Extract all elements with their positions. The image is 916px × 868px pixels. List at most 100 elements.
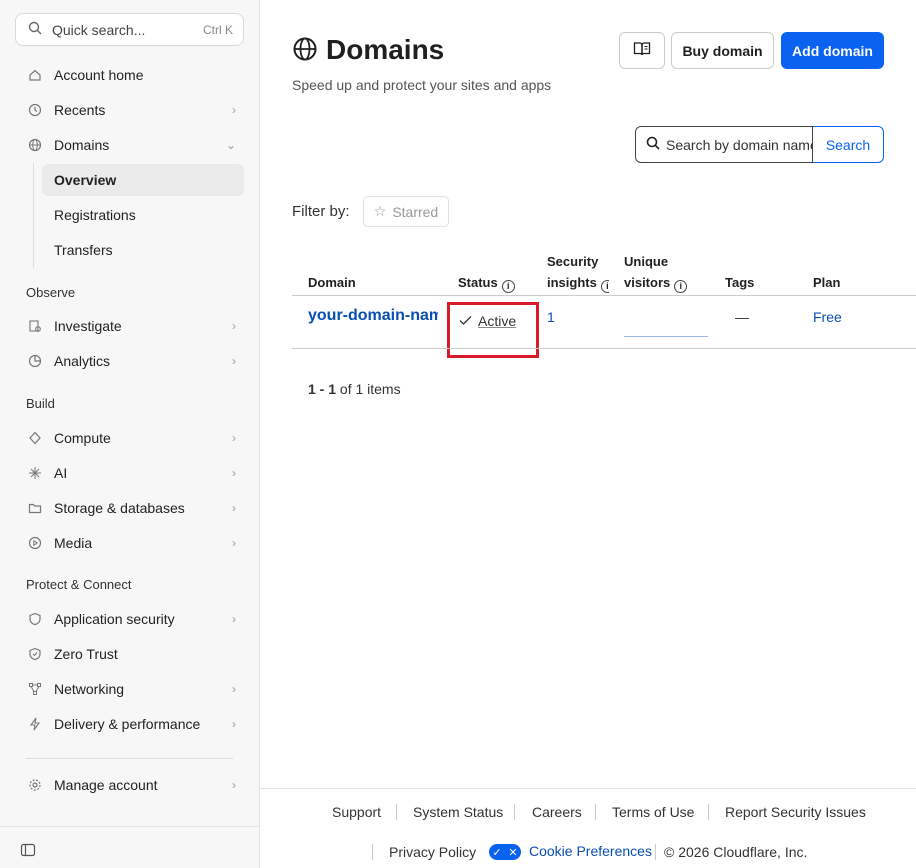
footer-link-system-status[interactable]: System Status	[413, 804, 503, 820]
cookie-preferences-toggle-icon[interactable]: ✓ ✕	[489, 844, 521, 860]
sidebar-item-app-security[interactable]: Application security ›	[18, 603, 244, 635]
status-highlight-box	[447, 302, 539, 358]
sidebar-item-delivery[interactable]: Delivery & performance ›	[18, 708, 244, 740]
domain-link[interactable]: your-domain-name	[308, 307, 438, 325]
sidebar-item-ai[interactable]: AI ›	[18, 457, 244, 489]
gear-icon	[26, 776, 44, 794]
sidebar-item-label: Investigate	[54, 318, 122, 334]
docs-button[interactable]	[619, 32, 665, 69]
chevron-right-icon: ›	[232, 466, 236, 480]
sidebar-item-label: Analytics	[54, 353, 111, 369]
footer-separator	[595, 804, 596, 820]
sidebar-item-label: Compute	[54, 430, 111, 446]
sidebar-item-domains[interactable]: Domains ⌄	[18, 129, 244, 161]
unique-visitors-sparkline	[624, 336, 708, 337]
pagination-suffix: of 1 items	[339, 381, 401, 397]
domain-search-input[interactable]: Search by domain name	[635, 126, 813, 163]
sidebar-bottom-divider	[0, 826, 260, 827]
sidebar-item-recents[interactable]: Recents ›	[18, 94, 244, 126]
sidebar-item-manage-account[interactable]: Manage account ›	[18, 769, 244, 801]
clock-icon	[26, 101, 44, 119]
sidebar-item-storage[interactable]: Storage & databases ›	[18, 492, 244, 524]
sidebar-item-label: Transfers	[54, 242, 113, 258]
column-header-label: insights	[547, 275, 597, 290]
starred-label: Starred	[392, 203, 439, 220]
info-icon[interactable]: i	[674, 280, 688, 293]
sidebar-item-registrations[interactable]: Registrations	[42, 199, 244, 231]
info-icon[interactable]: i	[501, 280, 515, 293]
sidebar-item-label: Registrations	[54, 207, 136, 223]
sidebar-item-label: Account home	[54, 67, 144, 83]
search-icon	[28, 21, 42, 38]
chevron-right-icon: ›	[232, 682, 236, 696]
sidebar-item-account-home[interactable]: Account home	[18, 59, 244, 91]
column-header-label: Unique	[624, 254, 669, 269]
zero-trust-icon	[26, 645, 44, 663]
footer-link-report-security[interactable]: Report Security Issues	[725, 804, 866, 820]
pagination-info: 1 - 1 of 1 items	[308, 381, 401, 397]
table-header-divider	[292, 295, 916, 296]
sidebar-item-label: Storage & databases	[54, 500, 185, 516]
security-insights-link[interactable]: 1	[547, 309, 555, 325]
starred-filter-button[interactable]: ☆ Starred	[363, 196, 449, 227]
page-title: Domains	[292, 34, 444, 66]
info-icon[interactable]: i	[600, 280, 609, 293]
footer-divider	[260, 788, 916, 789]
sidebar-item-label: AI	[54, 465, 68, 481]
domain-search-button[interactable]: Search	[813, 126, 884, 163]
buy-domain-button[interactable]: Buy domain	[671, 32, 774, 69]
section-label-observe: Observe	[26, 285, 76, 300]
sidebar-item-overview[interactable]: Overview	[42, 164, 244, 196]
column-header-domain[interactable]: Domain	[308, 272, 356, 293]
footer-link-cookie-preferences[interactable]: Cookie Preferences	[529, 843, 652, 859]
filter-label: Filter by:	[292, 203, 350, 220]
shortcut-hint: Ctrl K	[203, 22, 233, 37]
sidebar-item-label: Media	[54, 535, 93, 551]
sidebar-item-media[interactable]: Media ›	[18, 527, 244, 559]
section-label-build: Build	[26, 396, 55, 411]
sidebar-item-zero-trust[interactable]: Zero Trust	[18, 638, 244, 670]
footer-copyright: © 2026 Cloudflare, Inc.	[664, 844, 808, 860]
sidebar-item-compute[interactable]: Compute ›	[18, 422, 244, 454]
sidebar-item-networking[interactable]: Networking ›	[18, 673, 244, 705]
sidebar-item-analytics[interactable]: Analytics ›	[18, 345, 244, 377]
footer-link-privacy[interactable]: Privacy Policy	[389, 844, 476, 860]
column-header-security-insights[interactable]: Security insights i	[547, 251, 609, 293]
page-subtitle: Speed up and protect your sites and apps	[292, 77, 552, 93]
tags-value: —	[735, 309, 749, 325]
footer-link-terms[interactable]: Terms of Use	[612, 804, 694, 820]
shield-icon	[26, 610, 44, 628]
add-domain-button[interactable]: Add domain	[781, 32, 884, 69]
column-header-status[interactable]: Status i	[458, 272, 515, 293]
chevron-down-icon: ⌄	[225, 138, 236, 152]
quick-search-input[interactable]: Quick search... Ctrl K	[15, 13, 244, 46]
sidebar-item-transfers[interactable]: Transfers	[42, 234, 244, 266]
sidebar-collapse-icon[interactable]	[20, 842, 36, 861]
footer-link-careers[interactable]: Careers	[532, 804, 582, 820]
search-icon	[646, 136, 660, 153]
domain-search-placeholder: Search by domain name	[666, 136, 813, 153]
sidebar-item-label: Domains	[54, 137, 110, 153]
globe-icon	[292, 36, 318, 65]
column-header-label: Status	[458, 275, 498, 290]
network-icon	[26, 680, 44, 698]
sidebar-item-label: Recents	[54, 102, 106, 118]
sidebar-item-label: Overview	[54, 172, 117, 188]
column-header-label: Security	[547, 254, 599, 269]
chevron-right-icon: ›	[232, 778, 236, 792]
column-header-tags[interactable]: Tags	[725, 272, 754, 293]
footer-link-support[interactable]: Support	[332, 804, 381, 820]
investigate-icon	[26, 317, 44, 335]
sidebar: Quick search... Ctrl K Account home Rece…	[0, 0, 260, 868]
footer-separator	[708, 804, 709, 820]
column-header-unique-visitors[interactable]: Unique visitors i	[624, 251, 688, 293]
sparkle-icon	[26, 464, 44, 482]
pie-chart-icon	[26, 352, 44, 370]
sidebar-item-investigate[interactable]: Investigate ›	[18, 310, 244, 342]
column-header-label: Tags	[725, 275, 755, 290]
quick-search-placeholder: Quick search...	[52, 21, 146, 38]
column-header-plan[interactable]: Plan	[813, 272, 840, 293]
column-header-label: Plan	[813, 275, 841, 290]
plan-link[interactable]: Free	[813, 309, 842, 325]
table-row-divider	[292, 348, 916, 349]
